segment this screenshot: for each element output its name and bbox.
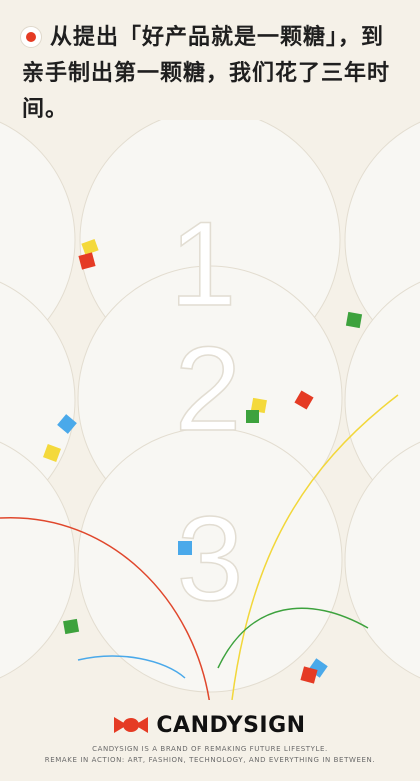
numeral-2: 2 (175, 322, 242, 456)
brand-name: CANDYSIGN (156, 712, 306, 738)
confetti-blue (178, 541, 192, 555)
confetti-green (345, 311, 363, 329)
footer: CANDYSIGN CANDYSIGN IS A BRAND OF REMAKI… (0, 700, 420, 781)
header: 从提出「好产品就是一颗糖」，到亲手制出第一颗糖，我们花了三年时间。 (0, 0, 420, 122)
tagline-line-2: REMAKE IN ACTION: ART, FASHION, TECHNOLO… (44, 756, 376, 764)
confetti-green (246, 410, 259, 423)
confetti-green (63, 618, 80, 635)
numeral-1: 1 (170, 197, 237, 331)
illustration: 1 2 3 (0, 120, 420, 700)
numeral-3: 3 (177, 492, 244, 626)
headline-text: 从提出「好产品就是一颗糖」，到亲手制出第一颗糖，我们花了三年时间。 (22, 25, 391, 122)
tagline-line-1: CANDYSIGN IS A BRAND OF REMAKING FUTURE … (92, 745, 328, 753)
candy-icon (114, 717, 149, 733)
brand-logo[interactable]: CANDYSIGN (0, 710, 420, 740)
